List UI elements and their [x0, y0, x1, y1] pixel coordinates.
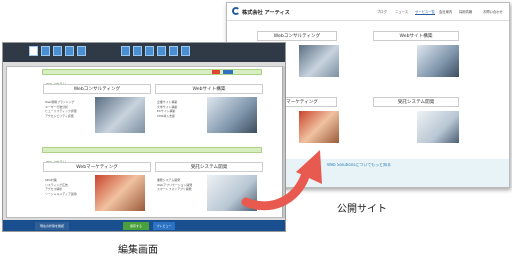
- layout-2col-icon[interactable]: [41, 46, 50, 56]
- pub-card-image: [299, 111, 339, 143]
- layout-grid-icon[interactable]: [77, 46, 86, 56]
- public-site-caption: 公開サイト: [337, 204, 387, 215]
- nav-news[interactable]: ニュース: [395, 9, 408, 14]
- pub-card-image: [417, 111, 459, 143]
- editor-card-title[interactable]: Webコンサルティング: [43, 84, 151, 94]
- editor-card-image[interactable]: [95, 175, 145, 211]
- layout-1col-icon[interactable]: [29, 46, 38, 56]
- pub-card-image: [417, 45, 459, 77]
- edit-section-button[interactable]: [223, 70, 233, 74]
- layout-4col-icon[interactable]: [65, 46, 74, 56]
- check-state-button[interactable]: 現在の状態を確認: [35, 222, 69, 230]
- edit-screen-caption: 編集画面: [118, 245, 158, 256]
- preview-button[interactable]: プレビュー: [153, 222, 175, 230]
- editor-card-item: ソーシャルメディア運用: [45, 191, 77, 196]
- nav-company[interactable]: 会社案内: [439, 9, 452, 14]
- pub-card-title: Webコンサルティング: [257, 31, 337, 41]
- nav-contact[interactable]: お問い合わせ: [483, 9, 503, 14]
- widget-table-icon[interactable]: [157, 46, 166, 56]
- editor-card-image[interactable]: [207, 97, 257, 133]
- editor-card-image[interactable]: [95, 97, 145, 133]
- nav-blog[interactable]: ブログ: [377, 9, 387, 14]
- delete-section-button[interactable]: [212, 70, 220, 74]
- nav-recruit[interactable]: 採用情報: [459, 9, 472, 14]
- pub-card-image: [299, 45, 339, 77]
- editor-toolbar: [3, 43, 285, 62]
- save-button[interactable]: 保存する: [123, 222, 149, 230]
- editor-card-item: アクセシビリティ評価: [45, 113, 74, 118]
- section-bar[interactable]: Web（2カラム）: [42, 147, 262, 164]
- widget-text-icon[interactable]: [121, 46, 130, 56]
- widget-map-icon[interactable]: [181, 46, 190, 56]
- pub-more-link[interactable]: Web Solutionsについてもっと知る: [327, 163, 391, 167]
- editor-footer: 現在の状態を確認 保存する プレビュー: [3, 220, 285, 231]
- nav-services[interactable]: サービス一覧: [415, 9, 435, 15]
- pub-card-title: 受託システム開発: [373, 97, 459, 107]
- site-brand: 株式会社 アーティス: [242, 10, 290, 16]
- layout-3col-icon[interactable]: [53, 46, 62, 56]
- site-header: 株式会社 アーティス ブログ ニュース サービス一覧 会社案内 採用情報 お問い…: [227, 3, 509, 21]
- editor-card-item: CMS導入支援: [157, 113, 175, 118]
- widget-list-icon[interactable]: [145, 46, 154, 56]
- transition-arrow-icon: [241, 150, 322, 211]
- editor-card-title[interactable]: Webサイト構築: [155, 84, 263, 94]
- widget-link-icon[interactable]: [169, 46, 178, 56]
- editor-card-title[interactable]: Webマーケティング: [43, 162, 151, 172]
- company-logo-icon: [232, 7, 240, 15]
- editor-card-item: スマートフォンアプリ開発: [157, 187, 192, 191]
- pub-card-title: Webサイト構築: [373, 31, 459, 41]
- widget-image-icon[interactable]: [133, 46, 142, 56]
